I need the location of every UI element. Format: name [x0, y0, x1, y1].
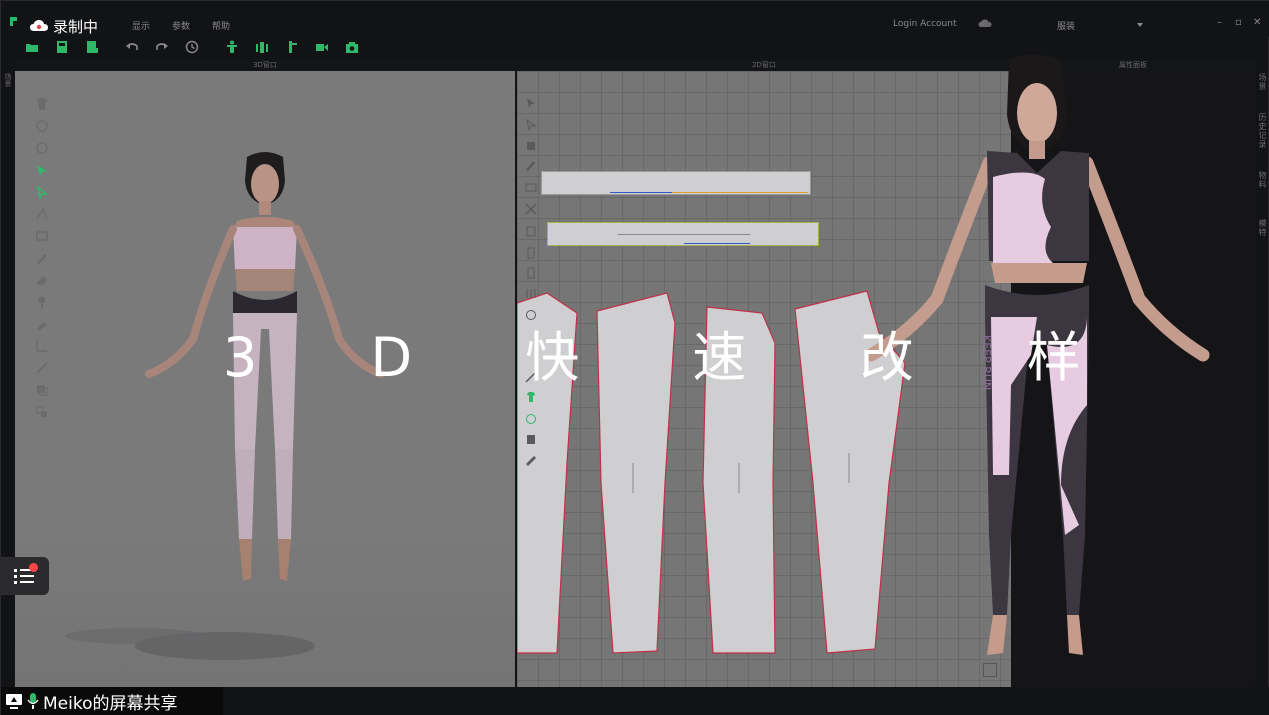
save-file-icon[interactable] [55, 40, 69, 54]
draw-pen-icon[interactable] [525, 159, 537, 171]
screen-share-label: Meiko的屏幕共享 [43, 693, 178, 714]
save-as-icon[interactable] [85, 40, 99, 54]
status-bar [223, 687, 1269, 715]
side-tab-avatar[interactable]: 模特 [1257, 219, 1268, 237]
avatar-shadow [65, 628, 315, 660]
layer-icon[interactable] [35, 383, 49, 397]
close-button[interactable]: ✕ [1253, 17, 1261, 28]
menu-params[interactable]: 参数 [172, 19, 190, 32]
microphone-icon [27, 693, 39, 709]
brush-icon[interactable] [35, 317, 49, 331]
ruler-icon[interactable] [525, 455, 537, 467]
piece-copy-icon[interactable] [525, 267, 537, 279]
snapshot-icon[interactable] [345, 40, 359, 54]
preset-dropdown[interactable]: 服装 [1057, 19, 1075, 32]
panel-corner-icon[interactable] [983, 663, 997, 677]
rect-draw-icon[interactable] [525, 181, 537, 193]
cloud-icon [30, 20, 48, 31]
redo-icon[interactable] [155, 40, 169, 54]
video-record-icon[interactable] [315, 40, 329, 54]
pointer-icon[interactable] [35, 185, 49, 199]
maximize-button[interactable]: ▫ [1235, 17, 1242, 28]
side-tab-history[interactable]: 历史记录 [1257, 113, 1268, 149]
app-logo-icon [10, 17, 17, 26]
side-tab-scene[interactable]: 场景 [1257, 73, 1268, 91]
avatar-pose-icon[interactable] [225, 40, 239, 54]
view2d-title: 2D窗口 [752, 61, 776, 69]
title-bar: 录制中 显示 参数 帮助 Login Account 服装 – ▫ ✕ [1, 1, 1269, 37]
waistband-piece-2[interactable] [547, 222, 819, 246]
overlay-title: 3 D 快 速 改 样 [223, 326, 1129, 389]
side-tab-material[interactable]: 物料 [1257, 171, 1268, 189]
bag-icon[interactable] [525, 139, 537, 151]
open-file-icon[interactable] [25, 40, 39, 54]
line-tool-icon[interactable] [35, 361, 49, 375]
minimize-button[interactable]: – [1217, 17, 1222, 28]
pin-icon[interactable] [35, 295, 49, 309]
history-icon[interactable] [185, 40, 199, 54]
eraser-icon[interactable] [35, 273, 49, 287]
menu-help[interactable]: 帮助 [212, 19, 230, 32]
measure-icon[interactable] [35, 339, 49, 353]
rectangle-tool-icon[interactable] [35, 229, 49, 243]
screen-share-icon [6, 694, 22, 709]
chapter-list-button[interactable] [1, 557, 49, 595]
screen-share-bar: Meiko的屏幕共享 [1, 687, 223, 715]
piece-icon[interactable] [525, 247, 537, 259]
sew-icon[interactable] [525, 287, 537, 299]
scissors-icon[interactable] [525, 203, 537, 215]
avatar-measure-icon[interactable] [255, 40, 269, 54]
recording-indicator: 录制中 [29, 16, 98, 36]
rotate-left-icon[interactable] [35, 119, 49, 133]
waistband-piece-1[interactable] [541, 171, 811, 195]
view3d-header: 3D窗口 [15, 59, 515, 71]
transform-icon[interactable] [35, 405, 49, 419]
select-mesh-icon[interactable] [35, 163, 49, 177]
login-account-button[interactable]: Login Account [893, 19, 956, 29]
fold-icon[interactable] [35, 207, 49, 221]
stack-icon[interactable] [525, 433, 537, 445]
avatar-arrange-icon[interactable] [285, 40, 299, 54]
book-icon[interactable] [525, 225, 537, 237]
left-scene-tab[interactable]: 场景 [3, 73, 13, 87]
app-window: 录制中 显示 参数 帮助 Login Account 服装 – ▫ ✕ 3D窗口… [0, 0, 1269, 715]
select-arrow-icon[interactable] [525, 97, 537, 109]
recording-label: 录制中 [53, 17, 99, 36]
pencil-icon[interactable] [35, 251, 49, 265]
tshirt-icon[interactable] [35, 97, 49, 111]
edit-point-icon[interactable] [525, 119, 537, 131]
view3d-title: 3D窗口 [253, 61, 277, 69]
undo-icon[interactable] [125, 40, 139, 54]
chevron-down-icon[interactable] [1137, 23, 1143, 27]
garment-icon[interactable] [525, 391, 537, 403]
notification-dot [29, 563, 38, 572]
rotate-right-icon[interactable] [35, 141, 49, 155]
phone-icon[interactable] [525, 413, 537, 425]
menu-display[interactable]: 显示 [132, 19, 150, 32]
cloud-sync-icon[interactable] [978, 19, 992, 28]
